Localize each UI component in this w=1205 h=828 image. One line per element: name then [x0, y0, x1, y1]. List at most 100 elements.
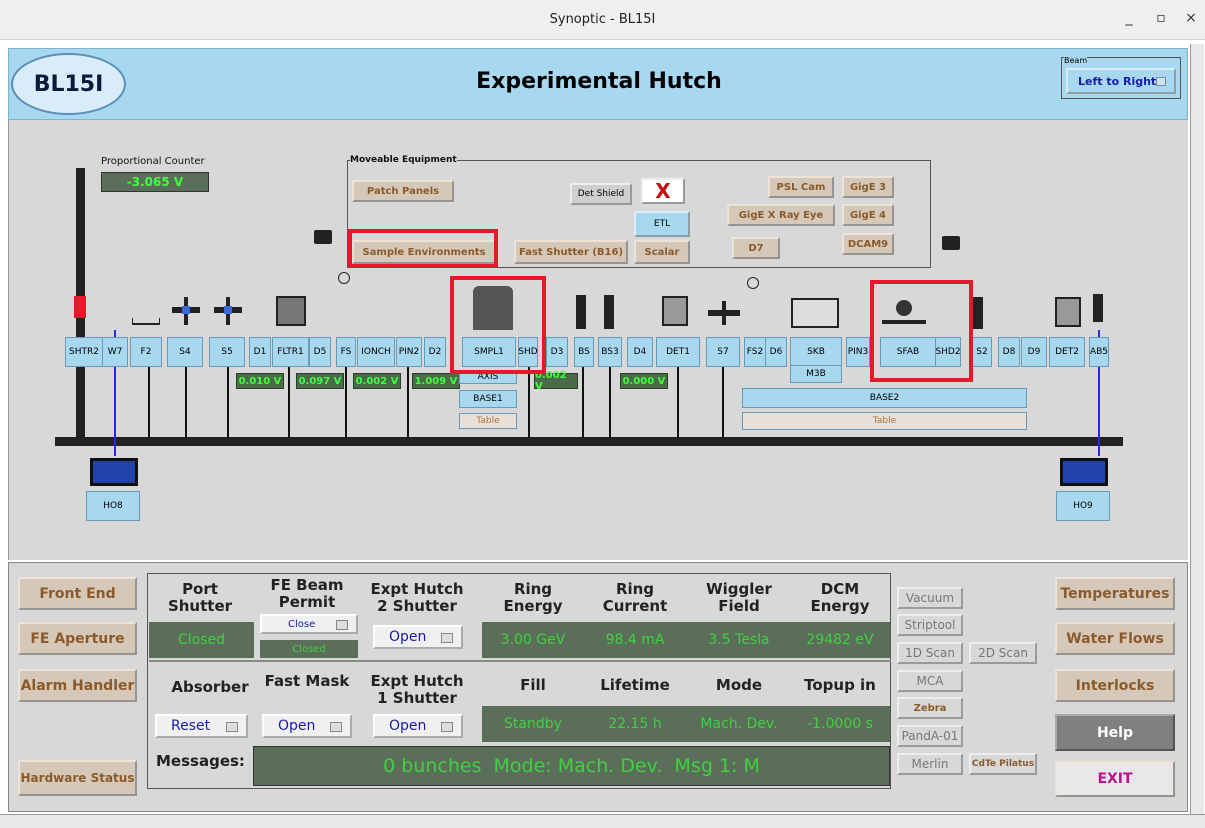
highlight-sample-environments — [348, 229, 498, 268]
component-d1-button[interactable]: D1 — [249, 337, 271, 367]
base1-button[interactable]: BASE1 — [459, 390, 517, 408]
topup-label: Topup in — [804, 676, 876, 694]
gige4-button[interactable]: GigE 4 — [842, 204, 894, 226]
component-bs-button[interactable]: BS — [574, 337, 594, 367]
mca-button[interactable]: MCA — [897, 670, 963, 692]
absorber-reset-button[interactable]: Reset — [155, 714, 248, 738]
exit-button[interactable]: EXIT — [1055, 761, 1175, 797]
m3b-button[interactable]: M3B — [790, 365, 842, 383]
beam-direction-button[interactable]: Left to Right — [1066, 68, 1176, 94]
expt-hutch1-open-button[interactable]: Open — [373, 714, 463, 738]
toggle-indicator-icon — [226, 722, 238, 732]
scalar-button[interactable]: Scalar — [634, 240, 690, 264]
patch-panels-button[interactable]: Patch Panels — [352, 180, 454, 202]
fast-mask-open-button[interactable]: Open — [262, 714, 352, 738]
toggle-indicator-icon — [336, 620, 348, 630]
component-pin3-button[interactable]: PIN3 — [846, 337, 870, 367]
ho9-button[interactable]: HO9 — [1056, 491, 1110, 521]
camera-icon[interactable] — [314, 230, 332, 244]
component-w7-button[interactable]: W7 — [102, 337, 128, 367]
skb-mirror-icon — [791, 298, 839, 328]
component-ionch-button[interactable]: IONCH — [357, 337, 395, 367]
merlin-button[interactable]: Merlin — [897, 753, 963, 775]
ho8-button[interactable]: HO8 — [86, 491, 140, 521]
component-fs2-button[interactable]: FS2 — [744, 337, 766, 367]
component-s5-button[interactable]: S5 — [209, 337, 245, 367]
absorber-reset-label: Reset — [171, 718, 211, 734]
alarm-handler-button[interactable]: Alarm Handler — [18, 669, 137, 702]
striptool-button[interactable]: Striptool — [897, 614, 963, 636]
expt-hutch2-open-button[interactable]: Open — [373, 625, 463, 649]
fe-beam-close-label: Close — [288, 618, 316, 630]
bs3-block-icon — [604, 295, 614, 329]
panda-button[interactable]: PandA-01 — [897, 725, 963, 747]
scan1d-button[interactable]: 1D Scan — [897, 642, 963, 664]
cdte-pilatus-button[interactable]: CdTe Pilatus — [969, 753, 1037, 775]
toggle-indicator-icon — [1156, 77, 1166, 86]
gige-xray-button[interactable]: GigE X Ray Eye — [727, 204, 835, 226]
d7-button[interactable]: D7 — [732, 237, 780, 259]
fe-beam-permit-value: Closed — [260, 640, 358, 658]
fe-beam-close-button[interactable]: Close — [260, 614, 358, 634]
fast-mask-open-label: Open — [278, 718, 316, 734]
scan2d-button[interactable]: 2D Scan — [969, 642, 1037, 664]
zebra-button[interactable]: Zebra — [897, 697, 963, 719]
hardware-status-button[interactable]: Hardware Status — [18, 760, 137, 796]
component-det2-button[interactable]: DET2 — [1049, 337, 1085, 367]
status-divider — [149, 660, 891, 662]
component-d8-button[interactable]: D8 — [998, 337, 1020, 367]
component-shtr2-button[interactable]: SHTR2 — [65, 337, 103, 367]
reading-d3: 0.002 V — [534, 370, 578, 392]
gige3-button[interactable]: GigE 3 — [842, 176, 894, 198]
component-s7-button[interactable]: S7 — [706, 337, 740, 367]
close-button[interactable]: × — [1182, 10, 1200, 26]
interlocks-button[interactable]: Interlocks — [1055, 669, 1175, 702]
fe-aperture-button[interactable]: FE Aperture — [18, 622, 137, 655]
component-d6-button[interactable]: D6 — [765, 337, 787, 367]
component-det1-button[interactable]: DET1 — [656, 337, 700, 367]
reading-d2: 1.009 V — [412, 373, 460, 389]
camera-icon[interactable] — [942, 236, 960, 250]
help-button[interactable]: Help — [1055, 714, 1175, 751]
minimize-button[interactable]: _ — [1120, 10, 1138, 26]
component-f2-button[interactable]: F2 — [130, 337, 162, 367]
table2-button[interactable]: Table — [742, 412, 1027, 430]
component-d2-button[interactable]: D2 — [424, 337, 446, 367]
front-end-button[interactable]: Front End — [18, 577, 137, 610]
etl-button[interactable]: ETL — [634, 211, 690, 237]
messages-display: 0 bunches Mode: Mach. Dev. Msg 1: M — [253, 746, 890, 786]
fill-value: Standby — [504, 716, 562, 732]
component-ab5-button[interactable]: AB5 — [1089, 337, 1109, 367]
fe-beam-permit-label: FE Beam Permit — [270, 576, 344, 611]
water-flows-button[interactable]: Water Flows — [1055, 622, 1175, 655]
component-bs3-button[interactable]: BS3 — [598, 337, 622, 367]
psl-cam-button[interactable]: PSL Cam — [768, 176, 834, 198]
component-pin2-button[interactable]: PIN2 — [396, 337, 422, 367]
beamline-rail — [55, 437, 1123, 446]
component-fltr1-button[interactable]: FLTR1 — [272, 337, 309, 367]
temperatures-button[interactable]: Temperatures — [1055, 577, 1175, 610]
fast-shutter-button[interactable]: Fast Shutter (B16) — [514, 240, 628, 264]
horizontal-scrollbar[interactable] — [0, 814, 1205, 828]
component-d5-button[interactable]: D5 — [309, 337, 331, 367]
circle-marker-icon — [747, 277, 759, 289]
component-fs-button[interactable]: FS — [336, 337, 356, 367]
maximize-button[interactable]: ▫ — [1152, 10, 1170, 26]
close-x-icon[interactable]: X — [641, 178, 685, 204]
component-d9-button[interactable]: D9 — [1021, 337, 1047, 367]
dcam9-button[interactable]: DCAM9 — [842, 233, 894, 255]
proportional-counter-value: -3.065 V — [101, 172, 209, 192]
det-shield-button[interactable]: Det Shield — [570, 183, 632, 205]
ab5-block-icon — [1093, 294, 1103, 322]
slit-s4-icon — [172, 297, 200, 325]
component-s4-button[interactable]: S4 — [167, 337, 203, 367]
table1-button[interactable]: Table — [459, 413, 517, 429]
vertical-scrollbar[interactable] — [1190, 44, 1204, 814]
component-s2-button[interactable]: S2 — [972, 337, 992, 367]
vacuum-button[interactable]: Vacuum — [897, 587, 963, 609]
component-d4-button[interactable]: D4 — [627, 337, 653, 367]
component-skb-button[interactable]: SKB — [790, 337, 842, 367]
base2-button[interactable]: BASE2 — [742, 388, 1027, 408]
left-column-marker — [74, 296, 86, 318]
component-d3-button[interactable]: D3 — [546, 337, 568, 367]
